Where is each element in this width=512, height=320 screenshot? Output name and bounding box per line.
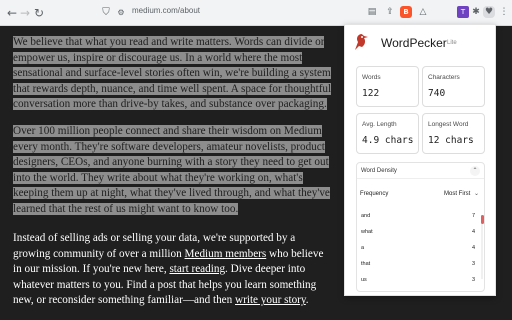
avg-length-label: Avg. Length bbox=[362, 121, 397, 128]
woodpecker-logo-icon bbox=[355, 34, 368, 50]
density-row: what 4 bbox=[361, 229, 479, 239]
characters-label: Characters bbox=[428, 74, 460, 81]
density-word: what bbox=[361, 229, 373, 235]
longest-word-value: 12 chars bbox=[428, 135, 474, 146]
word-density-header[interactable]: Word Density ⌃ bbox=[357, 163, 484, 179]
paragraph-2: Over 100 million people connect and shar… bbox=[13, 124, 333, 218]
density-count: 3 bbox=[471, 261, 475, 267]
longest-word-label: Longest Word bbox=[428, 121, 469, 128]
avg-length-value: 4.9 chars bbox=[362, 135, 414, 146]
url-field[interactable]: medium.com/about bbox=[132, 6, 200, 15]
avg-length-stat-card: Avg. Length 4.9 chars bbox=[356, 113, 419, 154]
reload-icon[interactable]: ↻ bbox=[31, 5, 47, 21]
selected-text: We believe that what you read and write … bbox=[13, 36, 332, 111]
words-stat-card: Words 122 bbox=[356, 66, 419, 107]
density-row: a 4 bbox=[361, 245, 479, 255]
browser-toolbar: ← → ↻ ⛉ ⚙ medium.com/about ▤ ⇪ B △ T ✱ ♥… bbox=[0, 0, 512, 26]
words-value: 122 bbox=[362, 88, 380, 99]
brand-name: WordPecker bbox=[381, 36, 447, 50]
density-row: that 3 bbox=[361, 261, 479, 271]
brand-header: WordPecker Lite bbox=[351, 32, 491, 52]
density-scrollbar-track[interactable] bbox=[481, 215, 483, 279]
density-row: us 3 bbox=[361, 277, 479, 287]
site-info-icon[interactable]: ⚙ bbox=[113, 5, 129, 21]
characters-stat-card: Characters 740 bbox=[422, 66, 485, 107]
text-fragment: . bbox=[305, 294, 309, 307]
rewards-icon[interactable]: △ bbox=[417, 6, 429, 18]
characters-value: 740 bbox=[428, 88, 446, 99]
words-label: Words bbox=[362, 74, 381, 81]
density-word: us bbox=[361, 277, 367, 283]
density-count: 7 bbox=[471, 213, 475, 219]
write-your-story-link[interactable]: write your story bbox=[235, 294, 306, 306]
share-icon[interactable]: ⇪ bbox=[384, 6, 396, 18]
wordpecker-extension-icon[interactable]: ♥ bbox=[483, 6, 495, 18]
longest-word-stat-card: Longest Word 12 chars bbox=[422, 113, 485, 154]
frequency-label: Frequency bbox=[360, 191, 389, 197]
wordpecker-popup: WordPecker Lite Words 122 Characters 740… bbox=[344, 24, 496, 296]
extensions-puzzle-icon[interactable]: ✱ bbox=[470, 6, 482, 18]
reader-mode-icon[interactable]: ▤ bbox=[366, 6, 378, 18]
density-word: that bbox=[361, 261, 371, 267]
collapse-chevron-icon[interactable]: ⌃ bbox=[470, 166, 480, 176]
density-scrollbar-thumb[interactable] bbox=[481, 215, 484, 224]
paragraph-1: We believe that what you read and write … bbox=[13, 35, 333, 113]
brand-tag: Lite bbox=[447, 40, 457, 46]
density-count: 3 bbox=[471, 277, 475, 283]
bookmark-icon[interactable]: ⛉ bbox=[98, 5, 114, 21]
word-density-panel: Word Density ⌃ Frequency Most First ⌄ an… bbox=[356, 162, 485, 292]
word-density-title: Word Density bbox=[361, 168, 397, 174]
density-word: and bbox=[361, 213, 371, 219]
density-word: a bbox=[361, 245, 365, 251]
chevron-down-icon[interactable]: ⌄ bbox=[474, 190, 479, 197]
paragraph-3: Instead of selling ads or selling your d… bbox=[13, 231, 333, 309]
selected-text: Over 100 million people connect and shar… bbox=[13, 125, 330, 215]
density-count: 4 bbox=[471, 229, 475, 235]
density-count: 4 bbox=[471, 245, 475, 251]
sort-order-select[interactable]: Most First bbox=[444, 191, 470, 197]
brave-shields-icon[interactable]: B bbox=[400, 6, 412, 18]
extension-purple-icon[interactable]: T bbox=[457, 6, 469, 18]
start-reading-link[interactable]: start reading bbox=[169, 263, 225, 275]
menu-icon[interactable]: ⋮ bbox=[498, 6, 510, 18]
density-row: and 7 bbox=[361, 213, 479, 223]
medium-members-link[interactable]: Medium members bbox=[185, 248, 267, 260]
